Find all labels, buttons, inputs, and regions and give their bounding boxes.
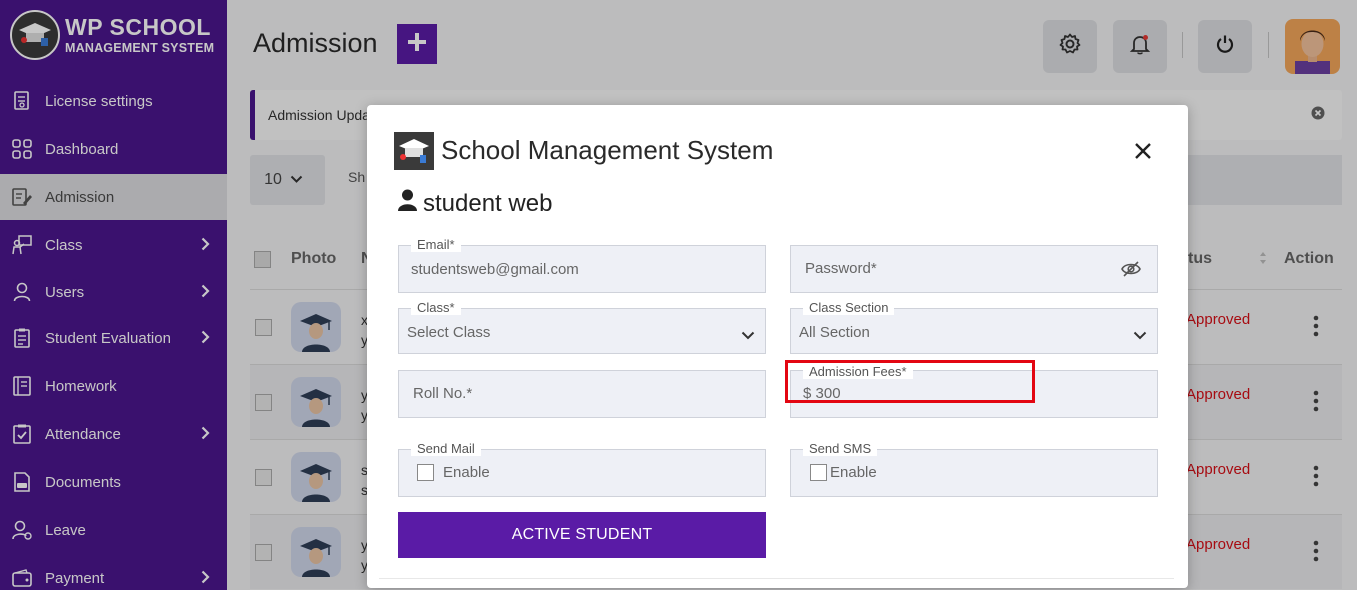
send-sms-field: Send SMS Enable [790,441,1158,497]
annotation-highlight-box [785,360,1035,403]
roll-no-field[interactable]: Roll No.* [398,370,766,418]
activate-student-modal: School Management System student web Ema… [367,105,1188,588]
send-mail-label: Send Mail [411,441,481,456]
modal-title: School Management System [441,135,774,165]
email-field[interactable]: Email* studentsweb@gmail.com [398,237,766,293]
send-sms-label: Send SMS [803,441,878,456]
class-section-select[interactable]: Class Section All Section [790,300,1158,354]
chevron-down-icon [741,327,755,345]
student-heading: student web [398,189,552,218]
close-icon[interactable] [1134,142,1152,160]
send-sms-checkbox[interactable]: Enable [810,464,877,481]
checkbox[interactable] [417,464,434,481]
send-mail-option: Enable [443,464,490,481]
active-student-button[interactable]: ACTIVE STUDENT [398,512,766,558]
class-select[interactable]: Class* Select Class [398,300,766,354]
student-name: student web [423,189,553,217]
class-section-value: All Section [799,324,870,341]
eye-slash-icon[interactable] [1121,261,1141,282]
send-mail-checkbox[interactable]: Enable [417,464,490,481]
checkbox[interactable] [810,464,827,481]
user-icon [398,189,417,218]
send-sms-option: Enable [830,464,877,481]
email-label: Email* [411,237,461,252]
modal-footer-divider [379,578,1174,579]
send-mail-field: Send Mail Enable [398,441,766,497]
chevron-down-icon [1133,327,1147,345]
school-logo-icon [394,132,434,170]
email-value: studentsweb@gmail.com [411,261,579,278]
class-section-label: Class Section [803,300,895,315]
roll-no-placeholder: Roll No.* [413,385,473,402]
password-field[interactable]: Password* [790,245,1158,293]
class-label: Class* [411,300,461,315]
password-placeholder: Password* [805,260,877,277]
class-value: Select Class [407,324,491,341]
